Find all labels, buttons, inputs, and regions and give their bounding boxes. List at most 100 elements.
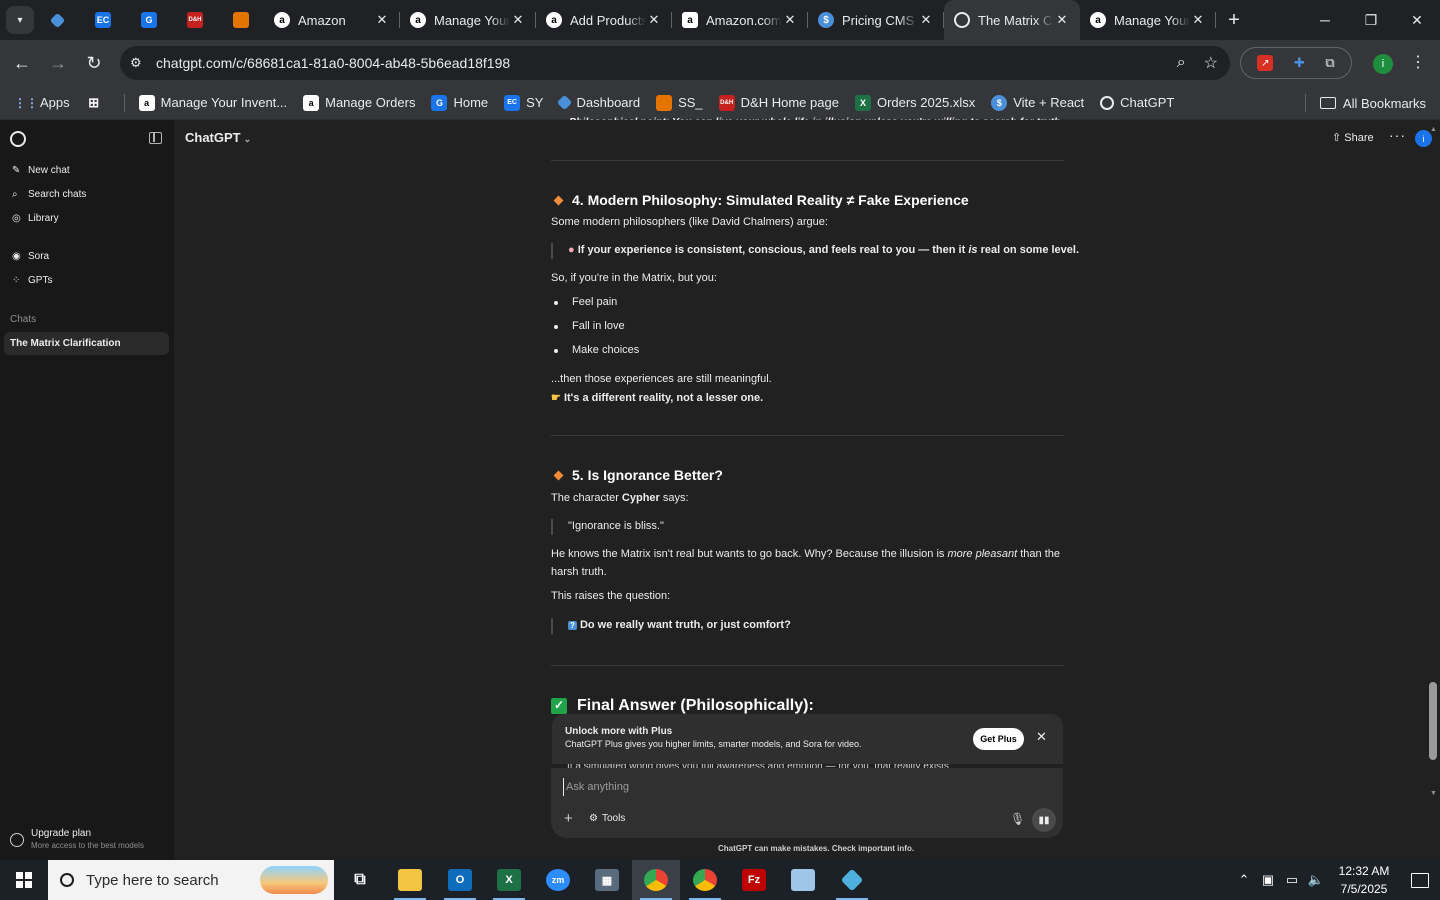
close-icon[interactable]: ✕ bbox=[1190, 12, 1206, 28]
reload-icon[interactable]: ↻ bbox=[76, 45, 112, 81]
voice-mode-icon[interactable]: ▮▮ bbox=[1032, 808, 1056, 832]
url-text[interactable]: chatgpt.com/c/68681ca1-81a0-8004-ab48-5b… bbox=[156, 55, 510, 71]
close-window-icon[interactable]: ✕ bbox=[1394, 0, 1440, 40]
openai-logo-icon[interactable] bbox=[10, 131, 26, 147]
address-bar[interactable]: ⚙ chatgpt.com/c/68681ca1-81a0-8004-ab48-… bbox=[120, 46, 1230, 80]
forward-icon[interactable]: → bbox=[40, 45, 76, 81]
more-options-button[interactable]: ··· bbox=[1389, 127, 1406, 143]
minimize-icon[interactable]: ─ bbox=[1302, 0, 1348, 40]
bookmark-manage-inventory[interactable]: a Manage Your Invent... bbox=[138, 94, 287, 111]
sidebar-chat-the-matrix-clarification[interactable]: The Matrix Clarification bbox=[4, 332, 169, 355]
close-icon[interactable]: ✕ bbox=[1054, 12, 1070, 28]
bookmark-ss[interactable]: SS_ bbox=[656, 94, 703, 111]
close-icon[interactable]: ✕ bbox=[918, 12, 934, 28]
tab-amazon-com[interactable]: a Amazon.com ✕ bbox=[672, 0, 808, 40]
taskbar-zoom[interactable]: zm bbox=[534, 860, 582, 900]
folder-icon bbox=[1319, 97, 1336, 109]
section-heading-4: 4. Modern Philosophy: Simulated Reality … bbox=[551, 190, 969, 210]
taskbar-notes[interactable] bbox=[779, 860, 827, 900]
sidebar-item-sora[interactable]: ◉ Sora bbox=[12, 251, 49, 262]
sidebar-item-library[interactable]: ◎ Library bbox=[12, 213, 59, 224]
tools-button[interactable]: ⚙ Tools bbox=[589, 813, 629, 824]
taskbar-excel[interactable]: X bbox=[485, 860, 533, 900]
back-icon[interactable]: ← bbox=[4, 45, 40, 81]
tab-add-products[interactable]: a Add Products ✕ bbox=[536, 0, 672, 40]
upsell-body: ChatGPT Plus gives you higher limits, sm… bbox=[565, 739, 862, 749]
site-info-icon[interactable]: ⚙ bbox=[130, 55, 150, 71]
taskbar-chrome[interactable] bbox=[632, 860, 680, 900]
taskbar-outlook[interactable]: O bbox=[436, 860, 484, 900]
sidebar-item-search-chats[interactable]: ⌕ Search chats bbox=[12, 189, 86, 200]
tab-amazon[interactable]: a Amazon ✕ bbox=[264, 0, 400, 40]
bookmark-home[interactable]: G Home bbox=[431, 94, 488, 111]
model-selector[interactable]: ChatGPT ⌄ bbox=[185, 130, 251, 145]
task-view-button[interactable]: ⧉ bbox=[336, 860, 384, 900]
scrollbar[interactable]: ▲ ▼ bbox=[1428, 126, 1440, 802]
taskbar-filezilla[interactable]: Fz bbox=[730, 860, 778, 900]
close-icon[interactable]: ✕ bbox=[510, 12, 526, 28]
clock[interactable]: 12:32 AM 7/5/2025 bbox=[1328, 862, 1400, 898]
tab-pricing-cms[interactable]: $ Pricing CMS ✕ bbox=[808, 0, 944, 40]
bookmark-dh-home[interactable]: D&H D&H Home page bbox=[718, 94, 839, 111]
pinned-tab[interactable]: EC bbox=[80, 0, 126, 40]
tab-manage-inventory[interactable]: a Manage Your Inventory ✕ bbox=[400, 0, 536, 40]
defender-icon[interactable]: ▣ bbox=[1256, 872, 1280, 888]
bookmark-orders-2025[interactable]: X Orders 2025.xlsx bbox=[854, 94, 975, 111]
bookmark-manage-orders[interactable]: a Manage Orders bbox=[303, 94, 415, 111]
profile-avatar[interactable]: i bbox=[1373, 54, 1393, 74]
notifications-button[interactable] bbox=[1400, 860, 1440, 900]
prompt-input[interactable] bbox=[563, 778, 983, 796]
sidebar-item-new-chat[interactable]: ✎ New chat bbox=[12, 165, 70, 176]
bookmark-star-icon[interactable]: ☆ bbox=[1204, 53, 1218, 73]
tab-the-matrix-clarification[interactable]: The Matrix Clarification ✕ bbox=[944, 0, 1080, 40]
red-extension-icon[interactable]: ↗ bbox=[1257, 55, 1274, 71]
bookmark-chatgpt[interactable]: ChatGPT bbox=[1100, 95, 1174, 110]
share-button[interactable]: ⇧ Share bbox=[1332, 131, 1374, 144]
bookmark-sy[interactable]: EC SY bbox=[504, 94, 543, 111]
new-tab-button[interactable]: + bbox=[1218, 4, 1250, 36]
get-plus-button[interactable]: Get Plus bbox=[973, 728, 1024, 750]
tab-search-menu-button[interactable]: ▾ bbox=[6, 6, 34, 34]
amazon-icon: a bbox=[410, 12, 426, 28]
close-icon[interactable]: ✕ bbox=[646, 12, 662, 28]
tab-manage-inventory-2[interactable]: a Manage Your Inventory ✕ bbox=[1080, 0, 1216, 40]
pinned-tab[interactable]: D&H bbox=[172, 0, 218, 40]
start-button[interactable] bbox=[0, 860, 48, 900]
taskbar-calculator[interactable]: ▦ bbox=[583, 860, 631, 900]
taskbar-app[interactable] bbox=[828, 860, 876, 900]
bookmark-tab-groups[interactable]: ⊞ bbox=[86, 95, 108, 111]
pinned-tab[interactable] bbox=[218, 0, 264, 40]
pinned-tab[interactable] bbox=[34, 0, 80, 40]
pinned-tab[interactable]: G bbox=[126, 0, 172, 40]
g-icon: G bbox=[431, 94, 448, 111]
close-icon[interactable]: ✕ bbox=[782, 12, 798, 28]
scrollbar-thumb[interactable] bbox=[1429, 682, 1437, 760]
all-bookmarks[interactable]: All Bookmarks bbox=[1305, 86, 1426, 120]
bookmark-vite-react[interactable]: $ Vite + React bbox=[991, 94, 1084, 111]
scroll-up-icon[interactable]: ▲ bbox=[1430, 126, 1437, 133]
taskbar-search[interactable] bbox=[48, 860, 334, 900]
zoom-icon[interactable]: ⌕ bbox=[1177, 54, 1186, 72]
upgrade-plan-button[interactable]: Upgrade plan More access to the best mod… bbox=[10, 828, 144, 850]
taskbar-search-input[interactable] bbox=[86, 871, 246, 889]
taskbar-chrome-profile[interactable] bbox=[681, 860, 729, 900]
puzzle-blue-extension-icon[interactable]: ✚ bbox=[1294, 55, 1305, 71]
browser-menu-icon[interactable]: ⋮ bbox=[1410, 52, 1426, 72]
scroll-down-icon[interactable]: ▼ bbox=[1430, 790, 1437, 797]
bookmark-dashboard[interactable]: Dashboard bbox=[557, 94, 640, 111]
restore-icon[interactable]: ❐ bbox=[1348, 0, 1394, 40]
chevron-up-icon[interactable]: ⌃ bbox=[1232, 872, 1256, 888]
bookmark-apps[interactable]: ⋮⋮ Apps bbox=[14, 95, 70, 111]
close-icon[interactable]: ✕ bbox=[1036, 729, 1047, 745]
network-icon[interactable]: ▭ bbox=[1280, 872, 1304, 888]
extensions-icon[interactable]: ⧉ bbox=[1325, 55, 1334, 71]
sidebar-toggle-icon[interactable] bbox=[149, 132, 162, 144]
sidebar-item-gpts[interactable]: ⁘ GPTs bbox=[12, 275, 52, 286]
taskbar-file-explorer[interactable] bbox=[386, 860, 434, 900]
paragraph: This raises the question: bbox=[551, 590, 671, 602]
microphone-icon[interactable]: 🎙 bbox=[1010, 812, 1025, 826]
close-icon[interactable]: ✕ bbox=[374, 12, 390, 28]
pointing-statement: ☛ It's a different reality, not a lesser… bbox=[551, 392, 764, 404]
add-attachment-icon[interactable]: + bbox=[564, 810, 573, 827]
volume-icon[interactable]: 🔈 bbox=[1304, 872, 1328, 888]
